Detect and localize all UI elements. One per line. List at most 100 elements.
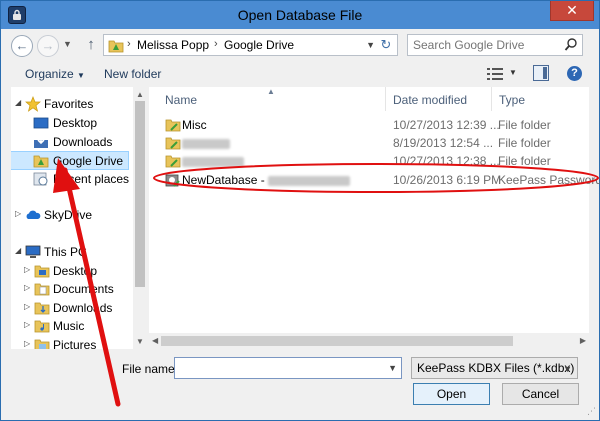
expand-icon[interactable]: ▷ (15, 209, 21, 218)
file-name-combobox[interactable]: ▼ (174, 357, 402, 379)
collapse-icon[interactable]: ◢ (15, 98, 21, 107)
nav-item-google-drive[interactable]: Google Drive (11, 151, 129, 170)
chevron-down-icon[interactable]: ▼ (388, 363, 397, 373)
nav-pane-scrollbar[interactable]: ▲ ▼ (133, 87, 147, 349)
nav-item-favorites[interactable]: ◢ Favorites (11, 95, 135, 114)
nav-item-desktop[interactable]: Desktop (11, 114, 135, 133)
column-header-date-modified[interactable]: Date modified (393, 93, 467, 107)
file-name: Misc (182, 118, 207, 132)
organize-label: Organize (25, 67, 74, 81)
chevron-down-icon: ▼ (509, 68, 517, 77)
nav-label: Recent places (53, 172, 130, 186)
details-view-icon (487, 68, 503, 80)
file-name-input[interactable] (179, 360, 379, 376)
breadcrumb-separator: › (214, 38, 218, 50)
scroll-up-icon[interactable]: ▲ (136, 90, 144, 99)
file-name: NewDatabase - (182, 173, 351, 187)
forward-button[interactable]: → (37, 35, 59, 57)
file-row-redacted[interactable]: 8/19/2013 12:54 ... File folder (161, 134, 589, 152)
nav-label: Google Drive (53, 154, 124, 168)
preview-pane-button[interactable] (533, 65, 549, 81)
arrow-left-icon: ← (15, 38, 29, 53)
close-button[interactable]: ✕ (550, 1, 594, 21)
title-bar[interactable]: Open Database File ✕ (1, 1, 599, 29)
nav-item-downloads[interactable]: Downloads (11, 133, 135, 152)
open-button[interactable]: Open (413, 383, 490, 405)
file-type: KeePass Password... (498, 173, 600, 187)
file-name (182, 136, 230, 150)
resize-grip-icon[interactable]: ⋰ (587, 406, 596, 417)
scroll-down-icon[interactable]: ▼ (136, 337, 144, 346)
nav-item-music[interactable]: ▷ Music (11, 317, 135, 336)
redacted-text (182, 156, 244, 167)
nav-item-pictures[interactable]: ▷ Pictures (11, 336, 135, 349)
change-view-button[interactable]: ▼ (487, 66, 517, 82)
file-list-horizontal-scrollbar[interactable]: ◀ ▶ (149, 333, 589, 349)
file-name (182, 154, 244, 168)
file-row-redacted[interactable]: 10/27/2013 12:38 ... File folder (161, 152, 589, 170)
help-button[interactable]: ? (567, 66, 582, 81)
file-type: File folder (498, 154, 551, 168)
nav-item-desktop-folder[interactable]: ▷ Desktop (11, 262, 135, 281)
nav-item-this-pc[interactable]: ◢ This PC (11, 243, 135, 262)
search-box[interactable] (407, 34, 583, 56)
file-row-misc[interactable]: Misc 10/27/2013 12:39 ... File folder (161, 116, 589, 134)
expand-icon[interactable]: ▷ (24, 339, 30, 348)
refresh-button[interactable]: ↻ (378, 37, 394, 53)
nav-label: Desktop (53, 116, 98, 130)
column-divider[interactable] (385, 87, 386, 111)
breadcrumb-google-drive[interactable]: Google Drive (224, 38, 294, 52)
scroll-left-icon[interactable]: ◀ (152, 336, 158, 345)
breadcrumb-melissa-popp[interactable]: Melissa Popp (137, 38, 209, 52)
nav-item-downloads-folder[interactable]: ▷ Downloads (11, 299, 135, 318)
file-date: 10/26/2013 6:19 PM (393, 173, 502, 187)
file-list[interactable]: ▲ Name Date modified Type Misc 10/27/201… (149, 87, 600, 349)
arrow-up-icon: ↑ (87, 36, 95, 53)
nav-label: Documents (53, 282, 114, 296)
google-drive-folder-icon (165, 155, 181, 168)
navigation-pane[interactable]: ◢ Favorites Desktop Downloads Google Dri… (11, 87, 147, 349)
cloud-icon (26, 210, 41, 219)
new-folder-button[interactable]: New folder (104, 67, 161, 81)
expand-icon[interactable]: ▷ (24, 302, 30, 311)
address-bar[interactable]: › Melissa Popp › Google Drive ▼ ↻ (103, 34, 398, 56)
downloads-icon (34, 135, 48, 148)
cancel-button[interactable]: Cancel (502, 383, 579, 405)
refresh-icon: ↻ (380, 37, 392, 52)
expand-icon[interactable]: ▷ (24, 320, 30, 329)
star-icon (25, 96, 41, 112)
file-name-label-text: File name: (122, 362, 179, 376)
nav-label: SkyDrive (44, 208, 93, 222)
open-database-dialog: Open Database File ✕ ← → ▼ ↑ › Melissa P… (0, 0, 600, 421)
expand-icon[interactable]: ▷ (24, 283, 30, 292)
organize-menu[interactable]: Organize ▼ (25, 67, 85, 81)
expand-icon[interactable]: ▷ (24, 265, 30, 274)
scrollbar-thumb[interactable] (135, 101, 145, 287)
search-input[interactable] (413, 37, 563, 53)
desktop-folder-icon (34, 265, 50, 278)
file-type-filter[interactable]: KeePass KDBX Files (*.kdbx) ▼ (411, 357, 578, 379)
nav-item-documents[interactable]: ▷ Documents (11, 280, 135, 299)
collapse-icon[interactable]: ◢ (15, 246, 21, 255)
file-name-label: File name: (122, 362, 178, 376)
preview-pane-icon (543, 67, 547, 79)
scrollbar-thumb[interactable] (161, 336, 513, 346)
documents-folder-icon (34, 283, 50, 296)
up-button[interactable]: ↑ (83, 36, 99, 56)
file-type: File folder (498, 136, 551, 150)
scroll-right-icon[interactable]: ▶ (580, 336, 586, 345)
file-row-newdatabase[interactable]: NewDatabase - 10/26/2013 6:19 PM KeePass… (161, 171, 600, 189)
back-button[interactable]: ← (11, 35, 33, 57)
column-header-type[interactable]: Type (499, 93, 525, 107)
column-header-name[interactable]: Name (165, 93, 197, 107)
nav-item-recent-places[interactable]: Recent places (11, 170, 135, 189)
file-date: 10/27/2013 12:39 ... (393, 118, 500, 132)
google-drive-folder-icon (33, 155, 49, 168)
nav-label: This PC (44, 245, 87, 259)
nav-label: Favorites (44, 97, 94, 111)
recent-locations-dropdown[interactable]: ▼ (63, 39, 72, 49)
address-dropdown[interactable]: ▼ (366, 40, 375, 50)
column-divider[interactable] (491, 87, 492, 111)
toolbar: Organize ▼ New folder ▼ ? (1, 63, 599, 85)
nav-item-skydrive[interactable]: ▷ SkyDrive (11, 206, 135, 225)
